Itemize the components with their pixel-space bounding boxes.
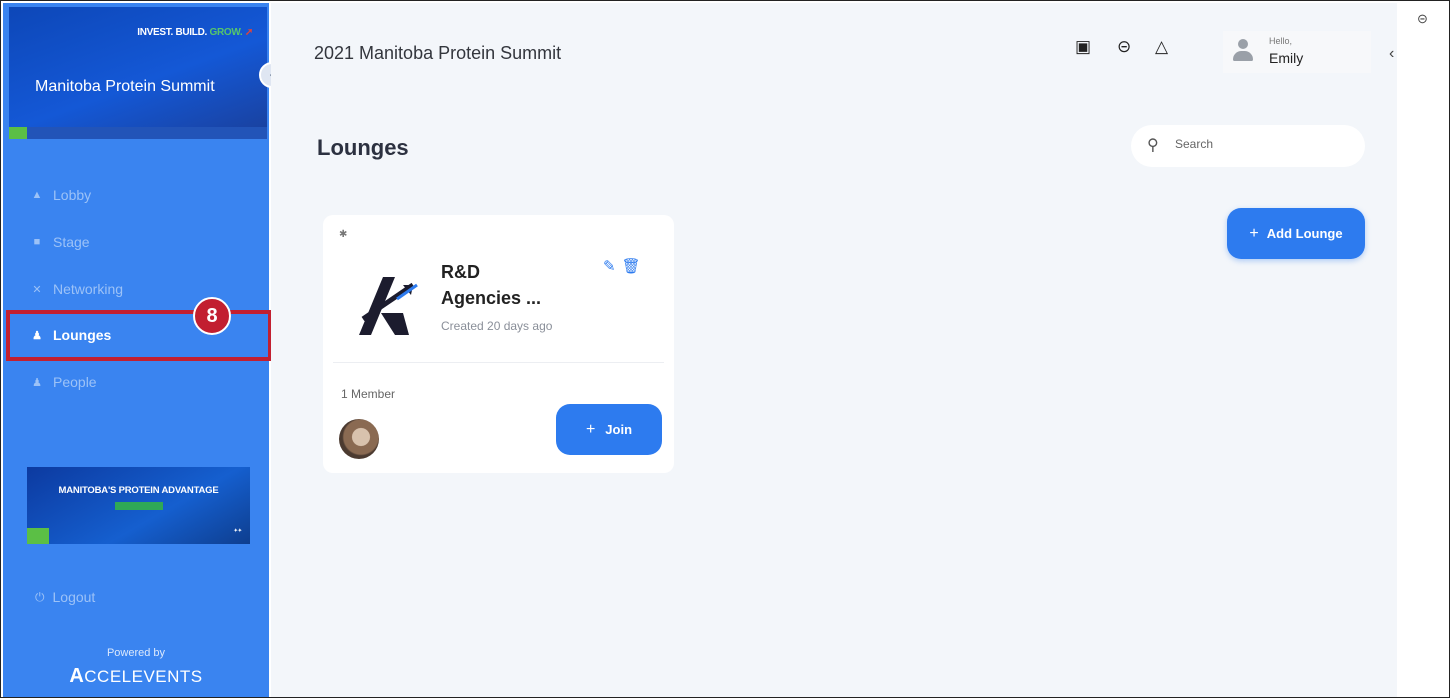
- card-actions: ✎ 🗑: [603, 257, 647, 275]
- greeting: Hello,: [1269, 36, 1293, 46]
- event-title: 2021 Manitoba Protein Summit: [314, 43, 562, 63]
- arrow-icon: ➚: [244, 27, 253, 38]
- member-avatar[interactable]: [339, 419, 379, 459]
- sidebar-item-label: Networking: [53, 281, 124, 297]
- lounge-logo: [359, 277, 418, 335]
- brand-rest: CCELEVENTS: [84, 667, 203, 686]
- banner-tagline: INVEST. BUILD. GROW. ➚: [137, 27, 253, 38]
- search-box[interactable]: ⚲: [1131, 125, 1365, 167]
- app-window: INVEST. BUILD. GROW. ➚ Manitoba Protein …: [0, 0, 1450, 698]
- video-icon: ■: [33, 236, 41, 248]
- banner-tagline-invest: INVEST. BUILD.: [137, 27, 207, 38]
- ad-accent: [27, 528, 49, 544]
- add-lounge-label: Add Lounge: [1266, 226, 1343, 241]
- lounge-card[interactable]: ✱ R&D Agencies ... Created 20 days ago ✎…: [323, 215, 674, 473]
- lounge-title-line2: Agencies ...: [441, 288, 542, 308]
- lounge-title-line1: R&D: [441, 262, 480, 282]
- calendar-icon[interactable]: ▣: [1075, 37, 1091, 57]
- edit-icon[interactable]: ✎: [603, 258, 616, 275]
- sponsor-ad-banner[interactable]: MANITOBA'S PROTEIN ADVANTAGE ✦✦: [27, 467, 250, 544]
- plus-icon: +: [1249, 224, 1259, 242]
- settings-icon[interactable]: ✱: [339, 229, 347, 240]
- sidebar-item-lobby[interactable]: ▲ Lobby: [31, 183, 92, 207]
- ad-title: MANITOBA'S PROTEIN ADVANTAGE: [58, 485, 219, 496]
- right-panel-strip: [1397, 3, 1449, 697]
- bell-icon[interactable]: △: [1155, 37, 1168, 57]
- networking-icon: ✕: [32, 283, 42, 296]
- manitoba-logo-icon: ✦✦: [233, 528, 242, 534]
- chevron-left-icon[interactable]: ‹: [1389, 45, 1394, 63]
- chat-icon[interactable]: ⊝: [1417, 11, 1428, 27]
- accelevents-logo: ACCELEVENTS: [3, 665, 269, 688]
- home-icon: ▲: [31, 189, 43, 201]
- sidebar-item-label: People: [53, 374, 97, 390]
- person-icon: ♟: [32, 376, 42, 389]
- power-icon: ⏻: [35, 589, 45, 604]
- banner-title: Manitoba Protein Summit: [35, 78, 215, 95]
- plus-icon: +: [585, 420, 596, 438]
- user-name: Emily: [1269, 50, 1304, 66]
- logout-label: Logout: [52, 589, 96, 605]
- lounge-created-date: Created 20 days ago: [441, 319, 553, 333]
- callout-highlight-box: [6, 310, 272, 361]
- join-label: Join: [605, 422, 633, 437]
- message-icon[interactable]: ⊝: [1117, 37, 1131, 57]
- sidebar-item-label: Stage: [53, 234, 90, 250]
- brand-first-letter: A: [69, 665, 85, 687]
- banner-bar: [9, 127, 267, 139]
- page-title: Lounges: [317, 135, 409, 160]
- add-lounge-button[interactable]: + Add Lounge: [1227, 208, 1365, 259]
- search-input[interactable]: [1175, 137, 1345, 151]
- join-button[interactable]: + Join: [556, 404, 662, 455]
- member-count: 1 Member: [341, 387, 396, 401]
- divider: [333, 362, 664, 363]
- avatar: [1233, 39, 1253, 63]
- event-banner: INVEST. BUILD. GROW. ➚ Manitoba Protein …: [9, 7, 267, 139]
- sidebar-item-people[interactable]: ♟ People: [31, 370, 97, 394]
- sidebar-item-networking[interactable]: ✕ Networking: [31, 277, 123, 301]
- lounge-title: R&D Agencies ...: [441, 259, 591, 311]
- trash-icon[interactable]: 🗑: [622, 258, 641, 275]
- callout-step-badge: 8: [193, 297, 231, 335]
- search-icon: ⚲: [1147, 137, 1159, 154]
- banner-bar-accent: [9, 127, 27, 139]
- ad-learn-more-button: [115, 502, 163, 510]
- sidebar-item-label: Lobby: [53, 187, 92, 203]
- powered-by-label: Powered by: [106, 647, 166, 659]
- user-menu[interactable]: Hello, Emily: [1223, 31, 1371, 73]
- sidebar-item-stage[interactable]: ■ Stage: [31, 230, 90, 254]
- banner-tagline-grow: GROW.: [209, 27, 243, 38]
- logout-button[interactable]: ⏻ Logout: [35, 589, 95, 605]
